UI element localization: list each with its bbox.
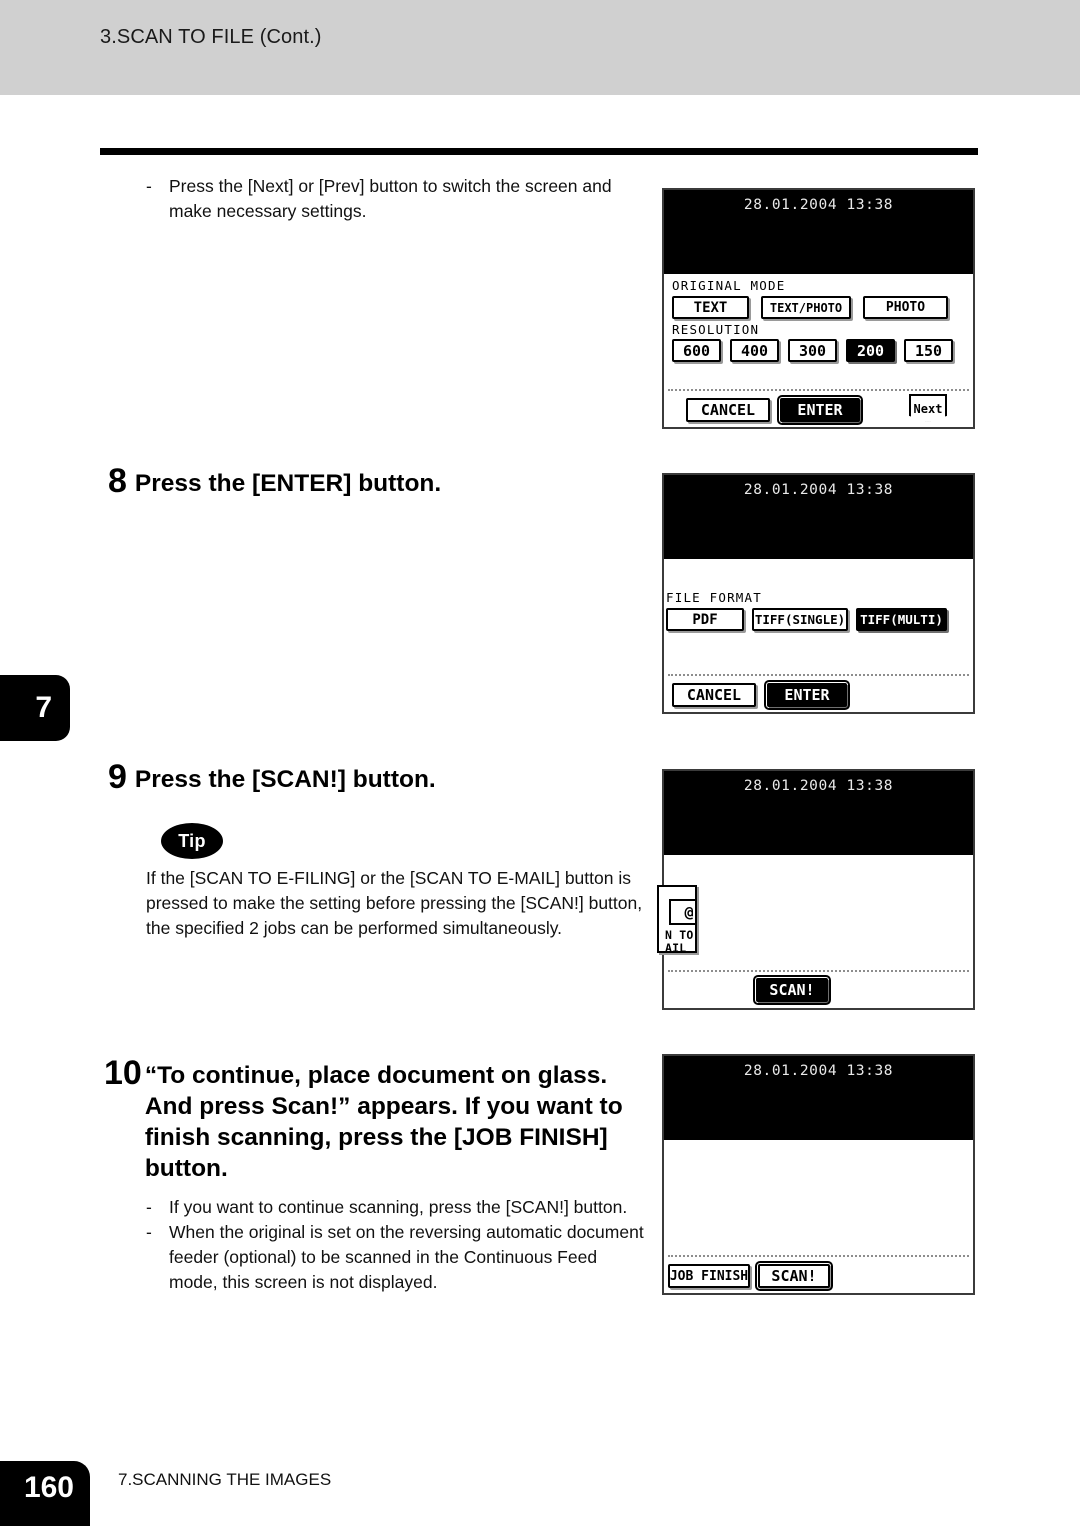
lcd2-body: FILE FORMAT PDF TIFF(SINGLE) TIFF(MULTI)…: [664, 559, 973, 712]
step-10-notes: - If you want to continue scanning, pres…: [146, 1195, 646, 1295]
lcd1-button-next[interactable]: Next: [909, 394, 947, 422]
lcd1-divider: [668, 389, 969, 391]
lcd4-body: JOB FINISH SCAN!: [664, 1140, 973, 1293]
step-9-number: 9: [108, 758, 127, 796]
lcd4-button-scan-label: SCAN!: [771, 1267, 817, 1285]
lcd1-datetime: 28.01.2004 13:38: [743, 197, 894, 213]
email-icon-glyph: @: [684, 903, 694, 921]
step-10-note-2: - When the original is set on the revers…: [146, 1220, 646, 1295]
footer-page-tab: 160: [0, 1461, 90, 1526]
tip-badge-label: Tip: [178, 830, 206, 851]
lcd1-button-150[interactable]: 150: [904, 339, 953, 362]
lcd1-body: ORIGINAL MODE TEXT TEXT/PHOTO PHOTO RESO…: [664, 274, 973, 427]
step-8-number: 8: [108, 462, 127, 500]
lcd1-button-text-label: TEXT: [693, 299, 728, 316]
footer-page-number: 160: [23, 1471, 74, 1504]
lcd2-datetime: 28.01.2004 13:38: [743, 482, 894, 498]
step-9: 9 Press the [SCAN!] button.: [108, 760, 653, 795]
lcd3-button-scan-to-email[interactable]: @ N TO AIL: [657, 885, 697, 953]
header-divider-rule: [100, 148, 978, 155]
lcd2-button-tiff-single[interactable]: TIFF(SINGLE): [752, 608, 848, 631]
chapter-tab-marker: 7: [0, 675, 70, 741]
lcd1-button-400[interactable]: 400: [730, 339, 779, 362]
lcd1-button-200-label: 200: [856, 341, 885, 360]
lcd3-button-scan-to-email-line2: AIL: [665, 941, 687, 953]
lcd1-button-150-label: 150: [914, 341, 943, 360]
lcd2-button-pdf[interactable]: PDF: [666, 608, 744, 631]
lcd2-button-cancel-label: CANCEL: [686, 686, 742, 704]
lcd1-button-next-label: Next: [913, 402, 943, 416]
lcd1-button-photo-label: PHOTO: [885, 300, 926, 315]
lcd1-button-text[interactable]: TEXT: [672, 296, 749, 319]
lcd1-button-400-label: 400: [740, 341, 769, 360]
lcd1-button-cancel[interactable]: CANCEL: [686, 398, 770, 422]
intro-note: - Press the [Next] or [Prev] button to s…: [146, 174, 646, 224]
lcd1-button-600[interactable]: 600: [672, 339, 721, 362]
lcd1-button-text-photo[interactable]: TEXT/PHOTO: [761, 296, 851, 319]
lcd4-button-job-finish-label: JOB FINISH: [669, 1268, 749, 1284]
lcd1-button-300[interactable]: 300: [788, 339, 837, 362]
intro-note-text: Press the [Next] or [Prev] button to swi…: [169, 176, 612, 221]
lcd2-button-pdf-label: PDF: [692, 611, 718, 628]
lcd1-original-mode-label: ORIGINAL MODE: [672, 278, 786, 293]
email-icon: @: [669, 899, 695, 925]
tip-text: If the [SCAN TO E-FILING] or the [SCAN T…: [146, 868, 643, 938]
lcd2-button-tiff-single-label: TIFF(SINGLE): [754, 612, 846, 627]
lcd-screen-file-format: 28.01.2004 13:38 FILE FORMAT PDF TIFF(SI…: [662, 473, 975, 714]
lcd1-button-200[interactable]: 200: [846, 339, 895, 362]
lcd1-button-600-label: 600: [682, 341, 711, 360]
lcd3-divider: [668, 970, 969, 972]
step-10-note-1-text: If you want to continue scanning, press …: [169, 1197, 628, 1217]
lcd2-divider: [668, 674, 969, 676]
lcd4-datetime: 28.01.2004 13:38: [743, 1063, 894, 1079]
lcd3-status-bar: 28.01.2004 13:38: [664, 771, 973, 855]
footer-section-title: 7.SCANNING THE IMAGES: [118, 1470, 332, 1489]
lcd1-resolution-label: RESOLUTION: [672, 322, 760, 337]
lcd-screen-scan-ready: 28.01.2004 13:38 SCAN!: [662, 769, 975, 1010]
lcd1-status-bar: 28.01.2004 13:38: [664, 190, 973, 274]
step-8-title: Press the [ENTER] button.: [134, 470, 442, 497]
lcd2-button-tiff-multi[interactable]: TIFF(MULTI): [856, 608, 947, 631]
lcd1-button-enter[interactable]: ENTER: [777, 395, 863, 425]
lcd1-button-text-photo-label: TEXT/PHOTO: [769, 300, 843, 315]
lcd4-button-scan[interactable]: SCAN!: [755, 1261, 833, 1291]
step-10-note-1: - If you want to continue scanning, pres…: [146, 1195, 646, 1220]
lcd3-body: SCAN!: [664, 855, 973, 1008]
step-8: 8 Press the [ENTER] button.: [108, 464, 653, 499]
lcd2-button-cancel[interactable]: CANCEL: [672, 683, 756, 707]
step-10-note-2-text: When the original is set on the reversin…: [169, 1222, 644, 1292]
step-9-title: Press the [SCAN!] button.: [134, 766, 436, 793]
lcd4-button-job-finish[interactable]: JOB FINISH: [668, 1264, 750, 1288]
lcd2-button-enter[interactable]: ENTER: [764, 680, 850, 710]
lcd1-button-300-label: 300: [798, 341, 827, 360]
lcd2-status-bar: 28.01.2004 13:38: [664, 475, 973, 559]
step-10: 10 “To continue, place document on glass…: [104, 1056, 656, 1184]
step-10-note-1-dash: -: [146, 1197, 152, 1217]
lcd3-button-scan[interactable]: SCAN!: [753, 975, 831, 1005]
lcd1-button-photo[interactable]: PHOTO: [863, 296, 948, 319]
lcd-screen-continue-scan: 28.01.2004 13:38 JOB FINISH SCAN!: [662, 1054, 975, 1295]
lcd1-button-enter-label: ENTER: [797, 401, 843, 419]
chapter-tab-number: 7: [35, 691, 52, 724]
page-header-title: 3.SCAN TO FILE (Cont.): [100, 26, 322, 48]
step-10-number: 10: [104, 1054, 142, 1092]
intro-note-dash: -: [146, 176, 152, 196]
step-10-title: “To continue, place document on glass. A…: [144, 1062, 623, 1182]
lcd-screen-original-mode: 28.01.2004 13:38 ORIGINAL MODE TEXT TEXT…: [662, 188, 975, 429]
tip-badge: Tip: [161, 823, 223, 859]
lcd3-button-scan-label: SCAN!: [769, 981, 815, 999]
lcd2-button-tiff-multi-label: TIFF(MULTI): [860, 612, 943, 627]
step-10-note-2-dash: -: [146, 1222, 152, 1242]
lcd1-button-cancel-label: CANCEL: [700, 401, 756, 419]
lcd4-status-bar: 28.01.2004 13:38: [664, 1056, 973, 1140]
lcd4-divider: [668, 1255, 969, 1257]
lcd3-datetime: 28.01.2004 13:38: [743, 778, 894, 794]
lcd2-button-enter-label: ENTER: [784, 686, 830, 704]
lcd2-file-format-label: FILE FORMAT: [666, 590, 762, 605]
